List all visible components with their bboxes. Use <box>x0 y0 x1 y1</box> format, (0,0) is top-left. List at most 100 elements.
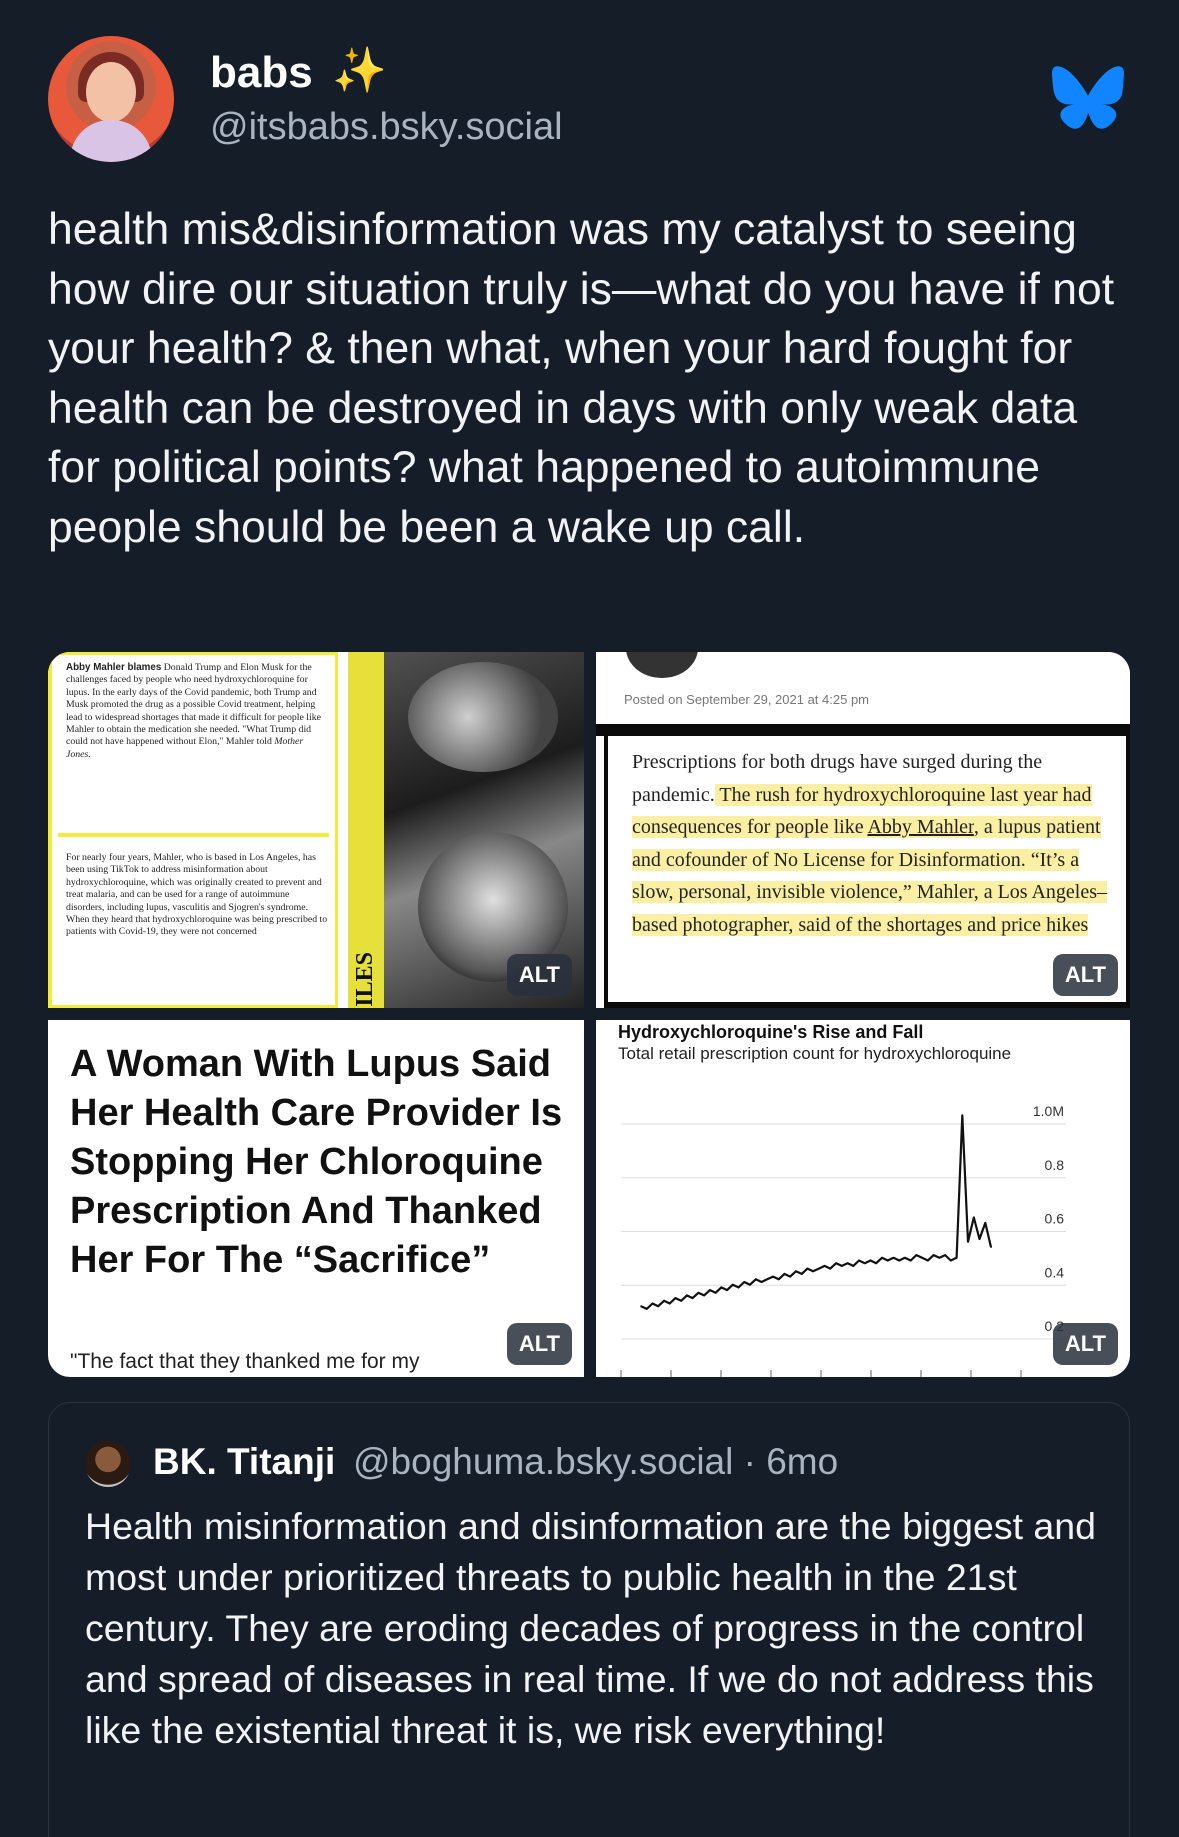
data-point <box>777 1278 780 1281</box>
reporter-photo <box>626 652 698 678</box>
data-point <box>657 1305 659 1307</box>
y-tick-label: 0.6 <box>1045 1211 1065 1227</box>
alt-badge[interactable]: ALT <box>506 1323 572 1365</box>
data-point <box>841 1265 843 1267</box>
data-point <box>645 1308 648 1310</box>
image-3-headline[interactable]: A Woman With Lupus Said Her Health Care … <box>48 1020 584 1377</box>
quote-author-handle-time: @boghuma.bsky.social · 6mo <box>353 1441 839 1482</box>
data-point <box>932 1254 935 1256</box>
abby-mahler-link[interactable]: Abby Mahler <box>867 816 974 838</box>
data-point <box>806 1267 809 1270</box>
y-tick-label: 1.0M <box>1033 1103 1064 1119</box>
data-point <box>743 1281 746 1283</box>
article-paragraph-1: Abby Mahler blames Donald Trump and Elon… <box>66 662 328 761</box>
article-paragraph-2: For nearly four years, Mahler, who is ba… <box>66 852 328 938</box>
data-point <box>812 1270 814 1273</box>
data-point <box>927 1259 929 1262</box>
data-point <box>990 1246 992 1248</box>
data-point <box>961 1114 964 1117</box>
box-divider <box>58 833 329 837</box>
data-point <box>714 1292 717 1294</box>
data-point <box>726 1289 728 1291</box>
data-point <box>686 1294 688 1297</box>
data-point <box>904 1257 906 1259</box>
data-point <box>921 1257 923 1259</box>
author-display-name[interactable]: babs <box>210 48 313 98</box>
posted-date: Posted on September 29, 2021 at 4:25 pm <box>624 692 870 707</box>
data-point <box>749 1283 751 1286</box>
author-avatar[interactable] <box>48 36 174 162</box>
data-point <box>772 1275 774 1278</box>
data-point <box>846 1262 849 1264</box>
image-4-chart[interactable]: 1.0M0.80.60.40.2 Hydroxychloroquine's Ri… <box>596 1020 1130 1377</box>
alt-badge[interactable]: ALT <box>1052 954 1118 996</box>
data-point <box>709 1289 711 1291</box>
data-point <box>760 1281 763 1283</box>
data-point <box>697 1292 700 1294</box>
data-point <box>915 1254 918 1256</box>
article-headline: A Woman With Lupus Said Her Health Care … <box>70 1043 563 1281</box>
avatar-body <box>70 120 152 162</box>
bluesky-butterfly-icon <box>1052 66 1124 129</box>
tape-text: ILES <box>352 952 378 1007</box>
data-point <box>823 1265 826 1267</box>
data-point <box>955 1257 958 1259</box>
data-point <box>886 1259 889 1262</box>
post-text: health mis&disinformation was my catalys… <box>48 205 1115 552</box>
photo-figure-1 <box>408 662 558 772</box>
chart-subtitle: Total retail prescription count for hydr… <box>618 1044 1012 1063</box>
para-text: Donald Trump and Elon Musk for the chall… <box>66 662 322 748</box>
article-header: Posted on September 29, 2021 at 4:25 pm <box>596 652 1130 724</box>
author-handle[interactable]: @itsbabs.bsky.social <box>210 106 563 149</box>
avatar-face <box>86 62 136 122</box>
data-point <box>720 1286 723 1289</box>
data-point <box>663 1300 665 1302</box>
data-point <box>795 1270 797 1273</box>
black-bar <box>596 724 1130 736</box>
quote-post-card[interactable]: BK. Titanji @boghuma.bsky.social · 6mo H… <box>48 1402 1130 1837</box>
data-point <box>818 1267 820 1270</box>
data-point <box>668 1302 671 1305</box>
data-point <box>640 1305 642 1307</box>
series-line <box>640 1114 993 1310</box>
data-point <box>800 1273 803 1275</box>
data-point <box>869 1259 872 1262</box>
data-point <box>864 1262 866 1264</box>
data-point <box>984 1222 987 1224</box>
y-tick-label: 0.8 <box>1045 1157 1065 1173</box>
data-point <box>766 1278 768 1281</box>
quote-author-avatar[interactable] <box>85 1441 131 1487</box>
data-point <box>898 1259 900 1262</box>
data-point <box>973 1216 975 1219</box>
article-paragraph: Prescriptions for both drugs have surged… <box>632 746 1112 941</box>
data-point <box>737 1286 740 1289</box>
image-2-buzzfeed-excerpt[interactable]: Posted on September 29, 2021 at 4:25 pm … <box>596 652 1130 1008</box>
y-tick-label: 0.4 <box>1045 1264 1065 1280</box>
data-point <box>691 1297 694 1299</box>
data-point <box>892 1257 895 1259</box>
quote-post-text: Health misinformation and disinformation… <box>85 1505 1096 1751</box>
data-point <box>789 1275 791 1278</box>
data-point <box>967 1240 969 1243</box>
article-quote: "The fact that they thanked me for my <box>70 1350 420 1373</box>
data-point <box>732 1283 734 1286</box>
quote-author-name[interactable]: BK. Titanji <box>153 1441 335 1483</box>
data-point <box>858 1259 860 1262</box>
data-point <box>651 1302 654 1305</box>
data-point <box>755 1278 757 1281</box>
alt-badge[interactable]: ALT <box>1052 1323 1118 1365</box>
data-point <box>909 1259 912 1262</box>
article-box: Prescriptions for both drugs have surged… <box>604 736 1130 1008</box>
alt-badge[interactable]: ALT <box>506 954 572 996</box>
data-point <box>674 1297 677 1299</box>
data-point <box>938 1257 941 1259</box>
data-point <box>881 1257 883 1259</box>
line-chart: 1.0M0.80.60.40.2 <box>620 1103 1066 1377</box>
data-point <box>680 1300 682 1302</box>
image-grid: Abby Mahler blames Donald Trump and Elon… <box>48 652 1130 1377</box>
data-point <box>835 1262 837 1264</box>
chart-title: Hydroxychloroquine's Rise and Fall <box>618 1022 924 1042</box>
data-point <box>703 1294 705 1297</box>
data-point <box>944 1254 946 1256</box>
image-1-article-excerpt[interactable]: Abby Mahler blames Donald Trump and Elon… <box>48 652 584 1008</box>
